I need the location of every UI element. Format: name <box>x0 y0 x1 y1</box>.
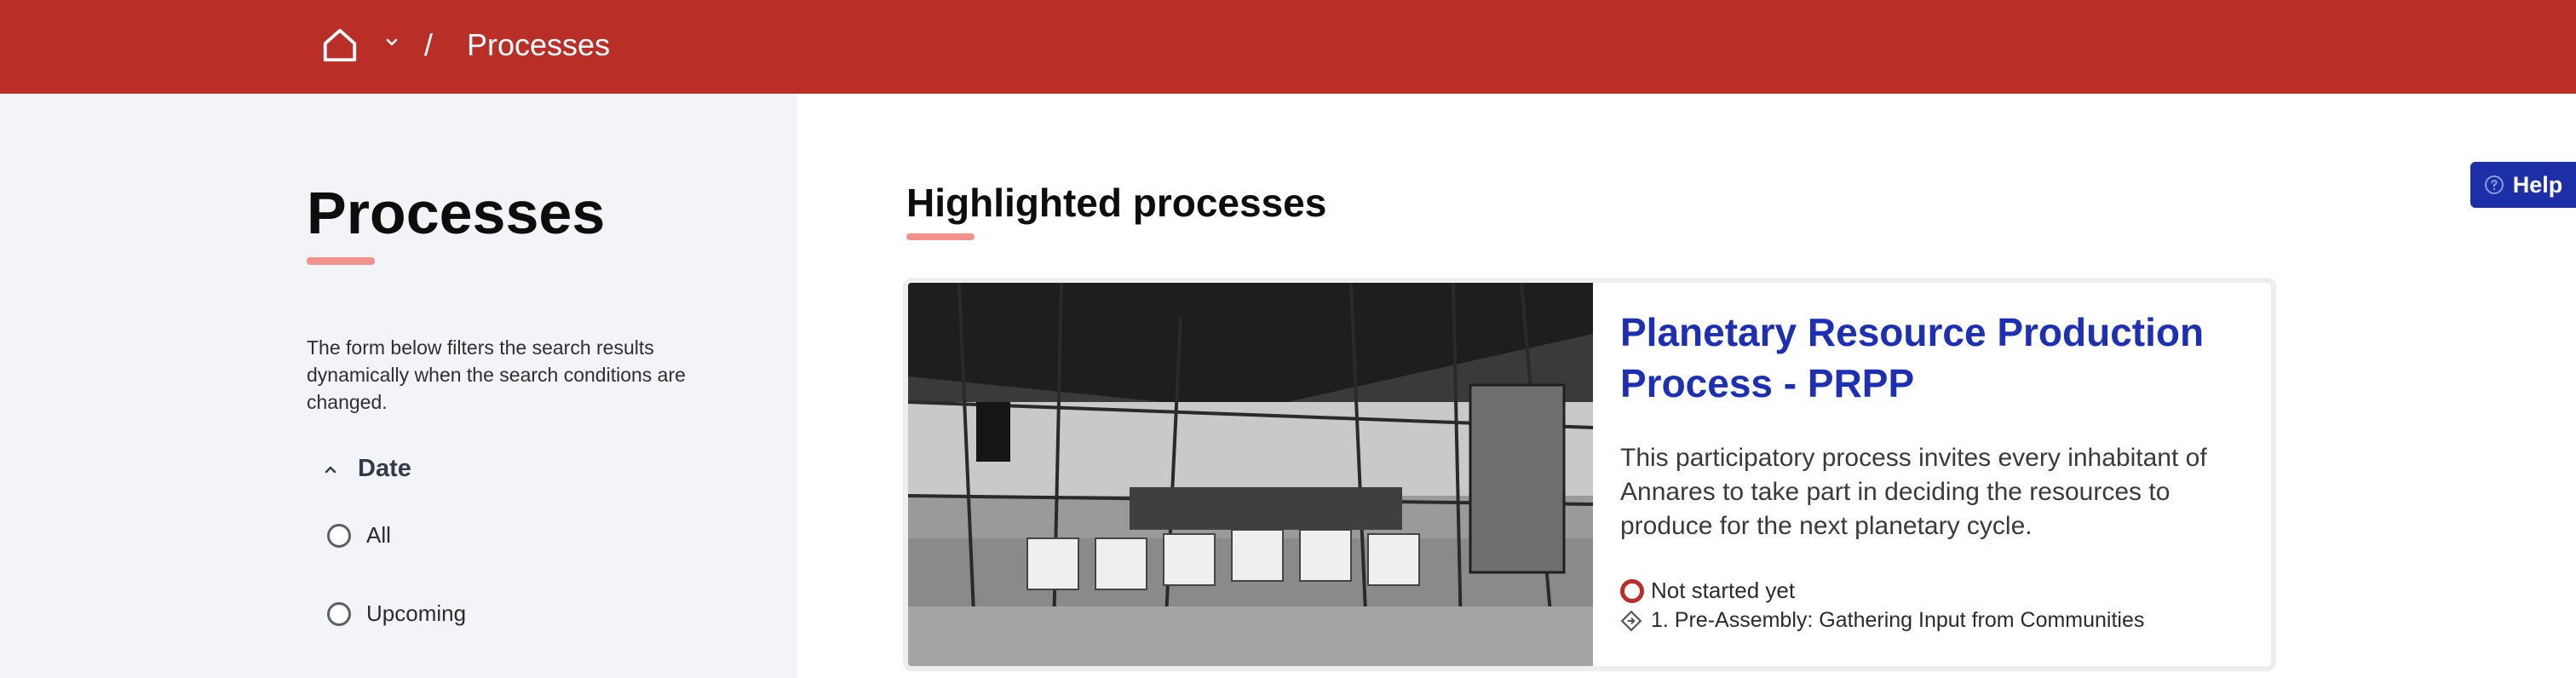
section-title: Highlighted processes <box>906 181 1327 225</box>
chevron-up-icon <box>325 466 336 473</box>
radio-button[interactable] <box>327 523 351 548</box>
process-image <box>908 283 1593 666</box>
radio-option-upcoming[interactable]: Upcoming <box>327 600 466 627</box>
chevron-down-icon[interactable] <box>383 34 400 51</box>
process-title-link[interactable]: Planetary Resource Production Process - … <box>1620 307 2251 409</box>
top-bar: / Processes <box>0 0 2576 94</box>
home-icon[interactable] <box>320 26 359 65</box>
process-status: Not started yet <box>1620 577 1795 604</box>
help-circle-icon <box>2484 175 2504 194</box>
breadcrumb-separator: / <box>424 27 434 62</box>
status-ring-icon <box>1620 578 1644 603</box>
step-diamond-icon <box>1620 610 1642 631</box>
radio-label-upcoming: Upcoming <box>366 600 467 626</box>
date-filter-toggle[interactable]: Date <box>322 455 411 483</box>
page-title: Processes <box>307 180 606 246</box>
step-text: 1. Pre-Assembly: Gathering Input from Co… <box>1651 608 2145 632</box>
radio-label-all: All <box>366 522 391 548</box>
status-text: Not started yet <box>1651 577 1796 603</box>
breadcrumb-current[interactable]: Processes <box>467 24 610 66</box>
help-label: Help <box>2512 171 2563 198</box>
radio-option-all[interactable]: All <box>327 522 391 549</box>
help-button[interactable]: Help <box>2470 162 2576 208</box>
process-step: 1. Pre-Assembly: Gathering Input from Co… <box>1620 608 2144 633</box>
section-underline <box>906 233 975 240</box>
process-description: This participatory process invites every… <box>1620 444 2207 540</box>
date-filter-label: Date <box>358 455 411 482</box>
radio-button[interactable] <box>327 601 351 626</box>
process-card[interactable]: Planetary Resource Production Process - … <box>903 278 2276 671</box>
filter-description: The form below filters the search result… <box>307 336 686 413</box>
title-underline <box>307 257 375 265</box>
